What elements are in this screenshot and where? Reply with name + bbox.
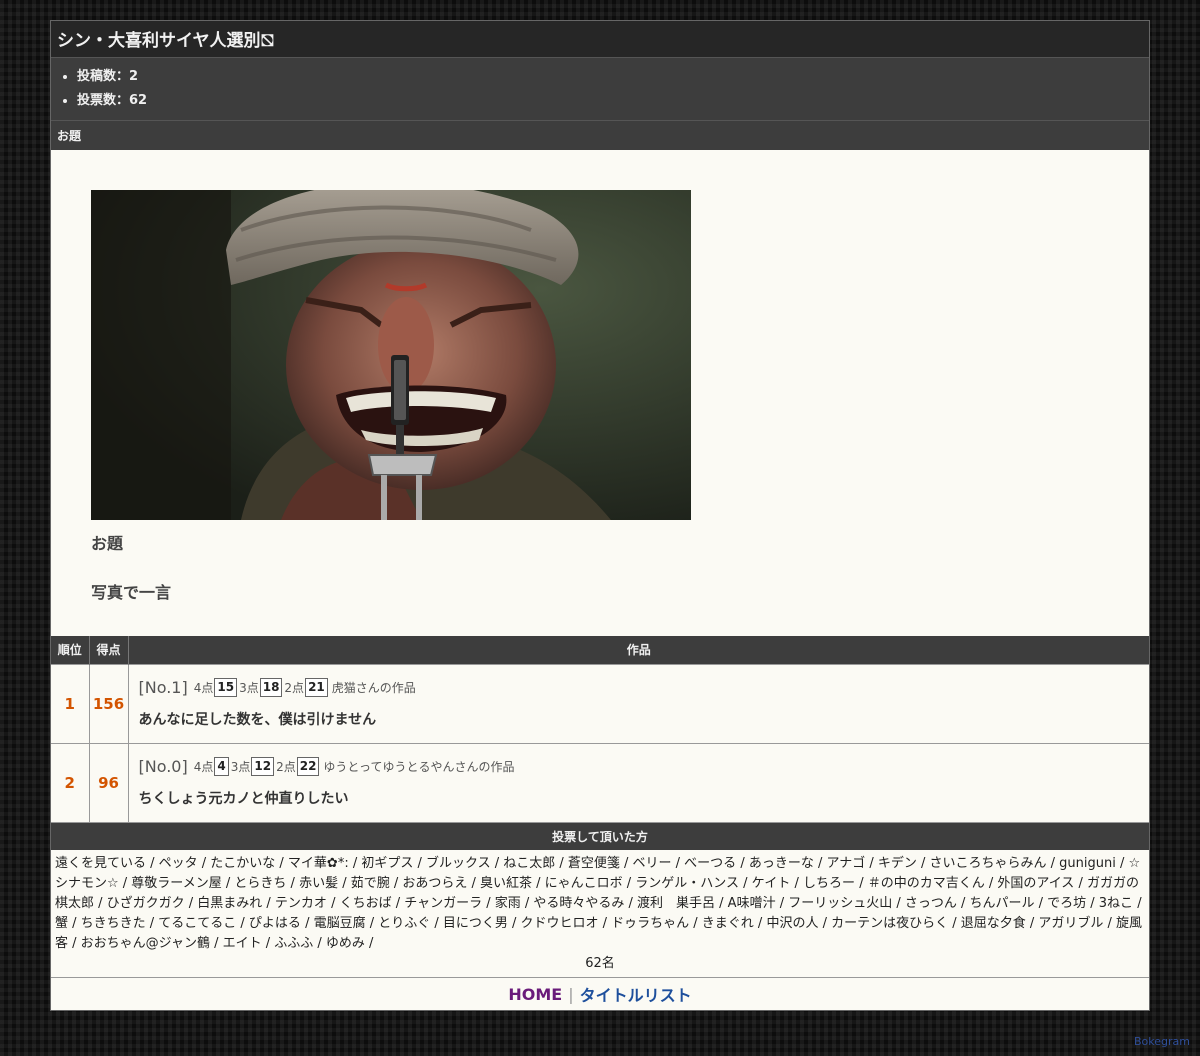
page-title: シン・大喜利サイヤ人選別⛞ [51, 21, 1149, 58]
home-link[interactable]: HOME [508, 985, 562, 1004]
results-table: 順位 得点 作品 1 156 [No.1] 4点 15 3点 18 2点 21 [51, 636, 1149, 822]
score-header: 得点 [89, 636, 129, 664]
stats-panel: 投稿数：2 投票数：62 [51, 58, 1149, 121]
score-cell: 96 [89, 742, 129, 822]
odai-text: 写真で一言 [91, 583, 172, 602]
footer-nav: HOME | タイトルリスト [51, 977, 1149, 1010]
work-author: ゆうとってゆうとるやんさんの作品 [323, 760, 515, 775]
points-2-label: 2点 [276, 760, 296, 775]
points-3-count: 12 [251, 757, 275, 777]
work-cell: [No.0] 4点 4 3点 12 2点 22 ゆうとってゆうとるやんさんの作品… [128, 742, 1149, 822]
work-number: [No.0] [138, 757, 188, 777]
work-text: ちくしょう元カノと仲直りしたい [138, 791, 349, 808]
voter-count: 62名 [585, 956, 615, 971]
points-2-count: 22 [296, 757, 320, 777]
main-container: シン・大喜利サイヤ人選別⛞ 投稿数：2 投票数：62 お題 [50, 20, 1150, 1011]
work-meta: [No.0] 4点 4 3点 12 2点 22 ゆうとってゆうとるやんさんの作品 [138, 757, 1140, 777]
odai-label: お題 [91, 534, 124, 553]
bokegram-watermark[interactable]: Bokegram [1134, 1035, 1190, 1048]
work-meta: [No.1] 4点 15 3点 18 2点 21 虎猫さんの作品 [139, 678, 1140, 697]
voters-header: 投票して頂いた方 [51, 822, 1149, 850]
stats-list: 投稿数：2 投票数：62 [57, 65, 1143, 113]
table-row: 1 156 [No.1] 4点 15 3点 18 2点 21 虎猫さんの作品 あ… [51, 663, 1149, 743]
work-header: 作品 [128, 636, 1149, 664]
score-cell: 156 [89, 663, 129, 743]
points-4-count: 15 [214, 678, 238, 697]
points-4-label: 4点 [193, 760, 214, 775]
work-cell: [No.1] 4点 15 3点 18 2点 21 虎猫さんの作品 あんなに足した… [128, 663, 1149, 743]
post-count: 投稿数：2 [77, 65, 1143, 89]
results-header-row: 順位 得点 作品 [51, 636, 1149, 664]
rank-cell: 2 [51, 742, 90, 822]
points-3-count: 18 [259, 678, 283, 697]
rank-header: 順位 [51, 636, 90, 664]
table-row: 2 96 [No.0] 4点 4 3点 12 2点 22 ゆうとってゆうとるやん… [51, 742, 1149, 822]
voter-names: 遠くを見ている / ペッタ / たこかいな / マイ華✿*: / 初ギプス / … [55, 856, 1143, 951]
nav-separator: | [568, 984, 574, 1004]
points-4-count: 4 [214, 757, 229, 777]
work-number: [No.1] [138, 678, 188, 697]
points-3-label: 3点 [230, 760, 251, 775]
points-3-label: 3点 [239, 681, 259, 695]
odai-photo [91, 190, 691, 520]
odai-section-header: お題 [51, 121, 1149, 150]
odai-panel: お題 写真で一言 [51, 150, 1149, 636]
voters-list: 遠くを見ている / ペッタ / たこかいな / マイ華✿*: / 初ギプス / … [51, 850, 1149, 977]
title-list-link[interactable]: タイトルリスト [580, 982, 692, 1006]
points-2-label: 2点 [284, 681, 305, 695]
work-text: あんなに足した数を、僕は引けません [138, 712, 377, 728]
vote-count: 投票数：62 [77, 89, 1143, 113]
rank-cell: 1 [51, 663, 90, 743]
work-author: 虎猫さんの作品 [331, 681, 416, 695]
points-4-label: 4点 [193, 681, 214, 695]
points-2-count: 21 [305, 678, 328, 697]
